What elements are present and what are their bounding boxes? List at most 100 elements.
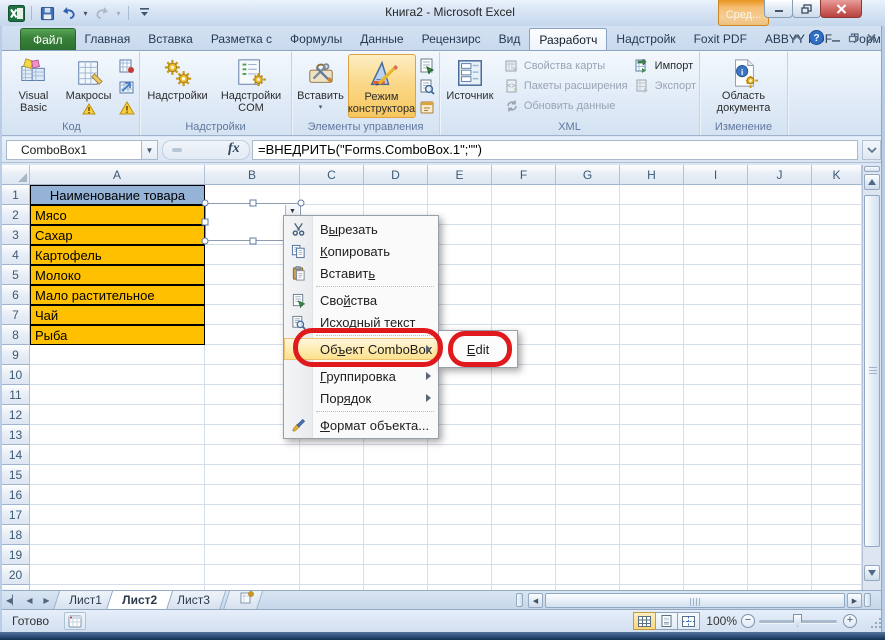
cell-D17[interactable] bbox=[364, 505, 428, 525]
cell-D15[interactable] bbox=[364, 465, 428, 485]
menu-item-grouping[interactable]: Группировка bbox=[284, 365, 438, 387]
cell-F10[interactable] bbox=[492, 365, 556, 385]
visual-basic-button[interactable]: Visual Basic bbox=[8, 54, 60, 118]
selection-handle[interactable] bbox=[250, 200, 257, 207]
cell-K7[interactable] bbox=[812, 305, 862, 325]
scrollbar-split-handle[interactable] bbox=[864, 166, 880, 172]
horizontal-scroll-thumb[interactable] bbox=[545, 593, 845, 608]
run-dialog-icon[interactable] bbox=[418, 99, 436, 117]
row-header-5[interactable]: 5 bbox=[2, 265, 30, 285]
export-button[interactable]: Экспорт bbox=[634, 77, 696, 95]
cell-G14[interactable] bbox=[556, 445, 620, 465]
page-layout-view-button[interactable] bbox=[655, 612, 678, 630]
row-header-10[interactable]: 10 bbox=[2, 365, 30, 385]
zoom-level-label[interactable]: 100% bbox=[706, 614, 737, 628]
cell-H12[interactable] bbox=[620, 405, 684, 425]
cell-I5[interactable] bbox=[684, 265, 748, 285]
cell-K11[interactable] bbox=[812, 385, 862, 405]
cell-D14[interactable] bbox=[364, 445, 428, 465]
cell-G10[interactable] bbox=[556, 365, 620, 385]
cell-A6[interactable]: Мало растительное bbox=[30, 285, 205, 305]
cell-C15[interactable] bbox=[300, 465, 364, 485]
control-properties-icon[interactable] bbox=[418, 57, 436, 75]
cell-I12[interactable] bbox=[684, 405, 748, 425]
cell-J3[interactable] bbox=[748, 225, 812, 245]
cell-K6[interactable] bbox=[812, 285, 862, 305]
cell-J14[interactable] bbox=[748, 445, 812, 465]
save-button[interactable] bbox=[37, 3, 57, 23]
cell-E19[interactable] bbox=[428, 545, 492, 565]
selection-handle[interactable] bbox=[202, 200, 209, 207]
macro-record-button[interactable] bbox=[64, 612, 86, 630]
cell-J15[interactable] bbox=[748, 465, 812, 485]
vertical-scroll-thumb[interactable] bbox=[864, 195, 880, 547]
row-header-2[interactable]: 2 bbox=[2, 205, 30, 225]
row-header-1[interactable]: 1 bbox=[2, 185, 30, 205]
formula-input[interactable]: =ВНЕДРИТЬ("Forms.ComboBox.1";"") bbox=[252, 140, 858, 160]
cell-H8[interactable] bbox=[620, 325, 684, 345]
cell-I20[interactable] bbox=[684, 565, 748, 585]
cell-K4[interactable] bbox=[812, 245, 862, 265]
cell-H11[interactable] bbox=[620, 385, 684, 405]
cell-J18[interactable] bbox=[748, 525, 812, 545]
cell-K16[interactable] bbox=[812, 485, 862, 505]
zoom-slider-thumb[interactable] bbox=[793, 614, 802, 627]
column-header-B[interactable]: B bbox=[205, 165, 300, 185]
resize-grip[interactable] bbox=[869, 616, 881, 628]
tab-split-handle[interactable] bbox=[516, 593, 523, 607]
cell-F15[interactable] bbox=[492, 465, 556, 485]
doc-minimize-icon[interactable] bbox=[830, 33, 842, 43]
menu-item-cut[interactable]: Вырезать bbox=[284, 218, 438, 240]
selection-handle[interactable] bbox=[250, 238, 257, 245]
cell-F18[interactable] bbox=[492, 525, 556, 545]
cell-F19[interactable] bbox=[492, 545, 556, 565]
redo-button[interactable] bbox=[92, 3, 112, 23]
cell-E14[interactable] bbox=[428, 445, 492, 465]
cell-A18[interactable] bbox=[30, 525, 205, 545]
relative-references-icon[interactable] bbox=[118, 78, 136, 96]
cell-J5[interactable] bbox=[748, 265, 812, 285]
close-button[interactable] bbox=[820, 0, 862, 18]
cell-F2[interactable] bbox=[492, 205, 556, 225]
cell-K8[interactable] bbox=[812, 325, 862, 345]
cell-F12[interactable] bbox=[492, 405, 556, 425]
ribbon-tab-10[interactable]: Foxit PDF bbox=[685, 28, 756, 50]
ribbon-tab-0[interactable]: Файл bbox=[20, 28, 76, 50]
cell-I6[interactable] bbox=[684, 285, 748, 305]
row-header-8[interactable]: 8 bbox=[2, 325, 30, 345]
cell-K15[interactable] bbox=[812, 465, 862, 485]
macros-button[interactable]: Макросы bbox=[62, 54, 116, 118]
selection-handle[interactable] bbox=[298, 200, 305, 207]
cell-C17[interactable] bbox=[300, 505, 364, 525]
cell-I19[interactable] bbox=[684, 545, 748, 565]
cell-G4[interactable] bbox=[556, 245, 620, 265]
cell-H7[interactable] bbox=[620, 305, 684, 325]
document-panel-button[interactable]: i Область документа bbox=[705, 54, 783, 118]
cell-I10[interactable] bbox=[684, 365, 748, 385]
cell-E20[interactable] bbox=[428, 565, 492, 585]
cell-J13[interactable] bbox=[748, 425, 812, 445]
row-header-9[interactable]: 9 bbox=[2, 345, 30, 365]
cell-K18[interactable] bbox=[812, 525, 862, 545]
menu-item-format-object[interactable]: Формат объекта... bbox=[284, 414, 438, 436]
row-header-16[interactable]: 16 bbox=[2, 485, 30, 505]
cell-H6[interactable] bbox=[620, 285, 684, 305]
cell-K5[interactable] bbox=[812, 265, 862, 285]
cell-G9[interactable] bbox=[556, 345, 620, 365]
cell-F7[interactable] bbox=[492, 305, 556, 325]
cell-F11[interactable] bbox=[492, 385, 556, 405]
cell-A1[interactable]: Наименование товара bbox=[30, 185, 205, 205]
column-header-D[interactable]: D bbox=[364, 165, 428, 185]
row-header-14[interactable]: 14 bbox=[2, 445, 30, 465]
ribbon-tab-2[interactable]: Вставка bbox=[139, 28, 202, 50]
addins-button[interactable]: Надстройки bbox=[143, 54, 212, 118]
cell-D20[interactable] bbox=[364, 565, 428, 585]
column-header-E[interactable]: E bbox=[428, 165, 492, 185]
row-header-6[interactable]: 6 bbox=[2, 285, 30, 305]
contextual-tab-group[interactable]: Сред... bbox=[718, 0, 769, 26]
column-header-K[interactable]: K bbox=[812, 165, 862, 185]
cell-I8[interactable] bbox=[684, 325, 748, 345]
cell-F13[interactable] bbox=[492, 425, 556, 445]
cell-K9[interactable] bbox=[812, 345, 862, 365]
cell-K1[interactable] bbox=[812, 185, 862, 205]
